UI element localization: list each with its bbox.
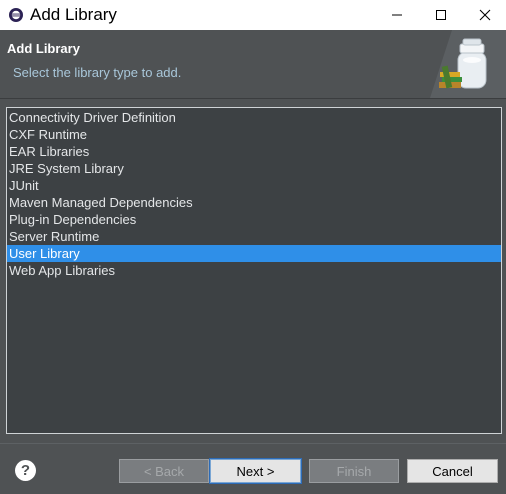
cancel-button[interactable]: Cancel (407, 459, 498, 483)
list-item[interactable]: Connectivity Driver Definition (7, 109, 501, 126)
list-item[interactable]: JRE System Library (7, 160, 501, 177)
footer-separator (0, 443, 506, 444)
banner-title: Add Library (7, 41, 80, 56)
eclipse-app-icon (8, 7, 24, 23)
maximize-button[interactable] (418, 0, 464, 30)
list-item[interactable]: Maven Managed Dependencies (7, 194, 501, 211)
banner-separator (0, 98, 506, 99)
list-item[interactable]: Web App Libraries (7, 262, 501, 279)
add-library-dialog: Add Library Add Library Select the libra… (0, 0, 506, 494)
title-bar[interactable]: Add Library (0, 0, 506, 30)
library-type-list[interactable]: Connectivity Driver Definition CXF Runtim… (6, 107, 502, 434)
banner-subtitle: Select the library type to add. (13, 65, 182, 80)
minimize-icon (392, 14, 402, 16)
help-icon: ? (20, 462, 31, 479)
list-item[interactable]: EAR Libraries (7, 143, 501, 160)
wizard-banner: Add Library Select the library type to a… (0, 30, 506, 98)
list-item[interactable]: Server Runtime (7, 228, 501, 245)
maximize-icon (436, 10, 446, 20)
close-button[interactable] (462, 0, 506, 30)
list-item[interactable]: CXF Runtime (7, 126, 501, 143)
list-item[interactable]: User Library (7, 245, 501, 262)
finish-button[interactable]: Finish (309, 459, 399, 483)
library-jar-icon (430, 30, 506, 98)
window-title: Add Library (30, 5, 117, 24)
close-icon (479, 9, 491, 21)
minimize-button[interactable] (374, 0, 420, 30)
help-button[interactable]: ? (15, 460, 36, 481)
next-button[interactable]: Next > (209, 458, 302, 484)
back-button[interactable]: < Back (119, 459, 209, 483)
list-item[interactable]: Plug-in Dependencies (7, 211, 501, 228)
list-item[interactable]: JUnit (7, 177, 501, 194)
